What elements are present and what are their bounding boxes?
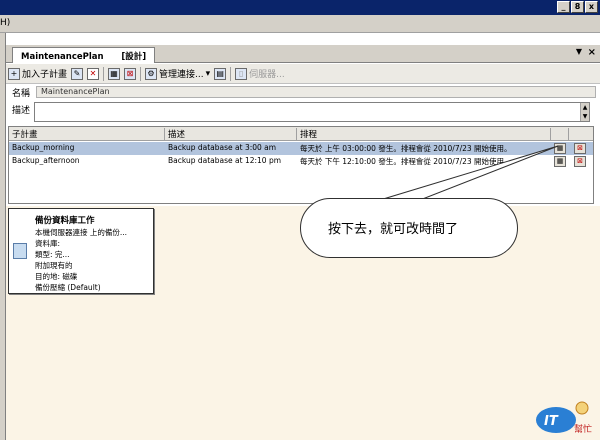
ithome-logo: IT 幫忙 <box>536 401 592 435</box>
logo-sub: 幫忙 <box>574 423 592 435</box>
callout-text: 按下去，就可改時間了 <box>328 222 459 237</box>
logo-brand: IT <box>544 414 559 429</box>
